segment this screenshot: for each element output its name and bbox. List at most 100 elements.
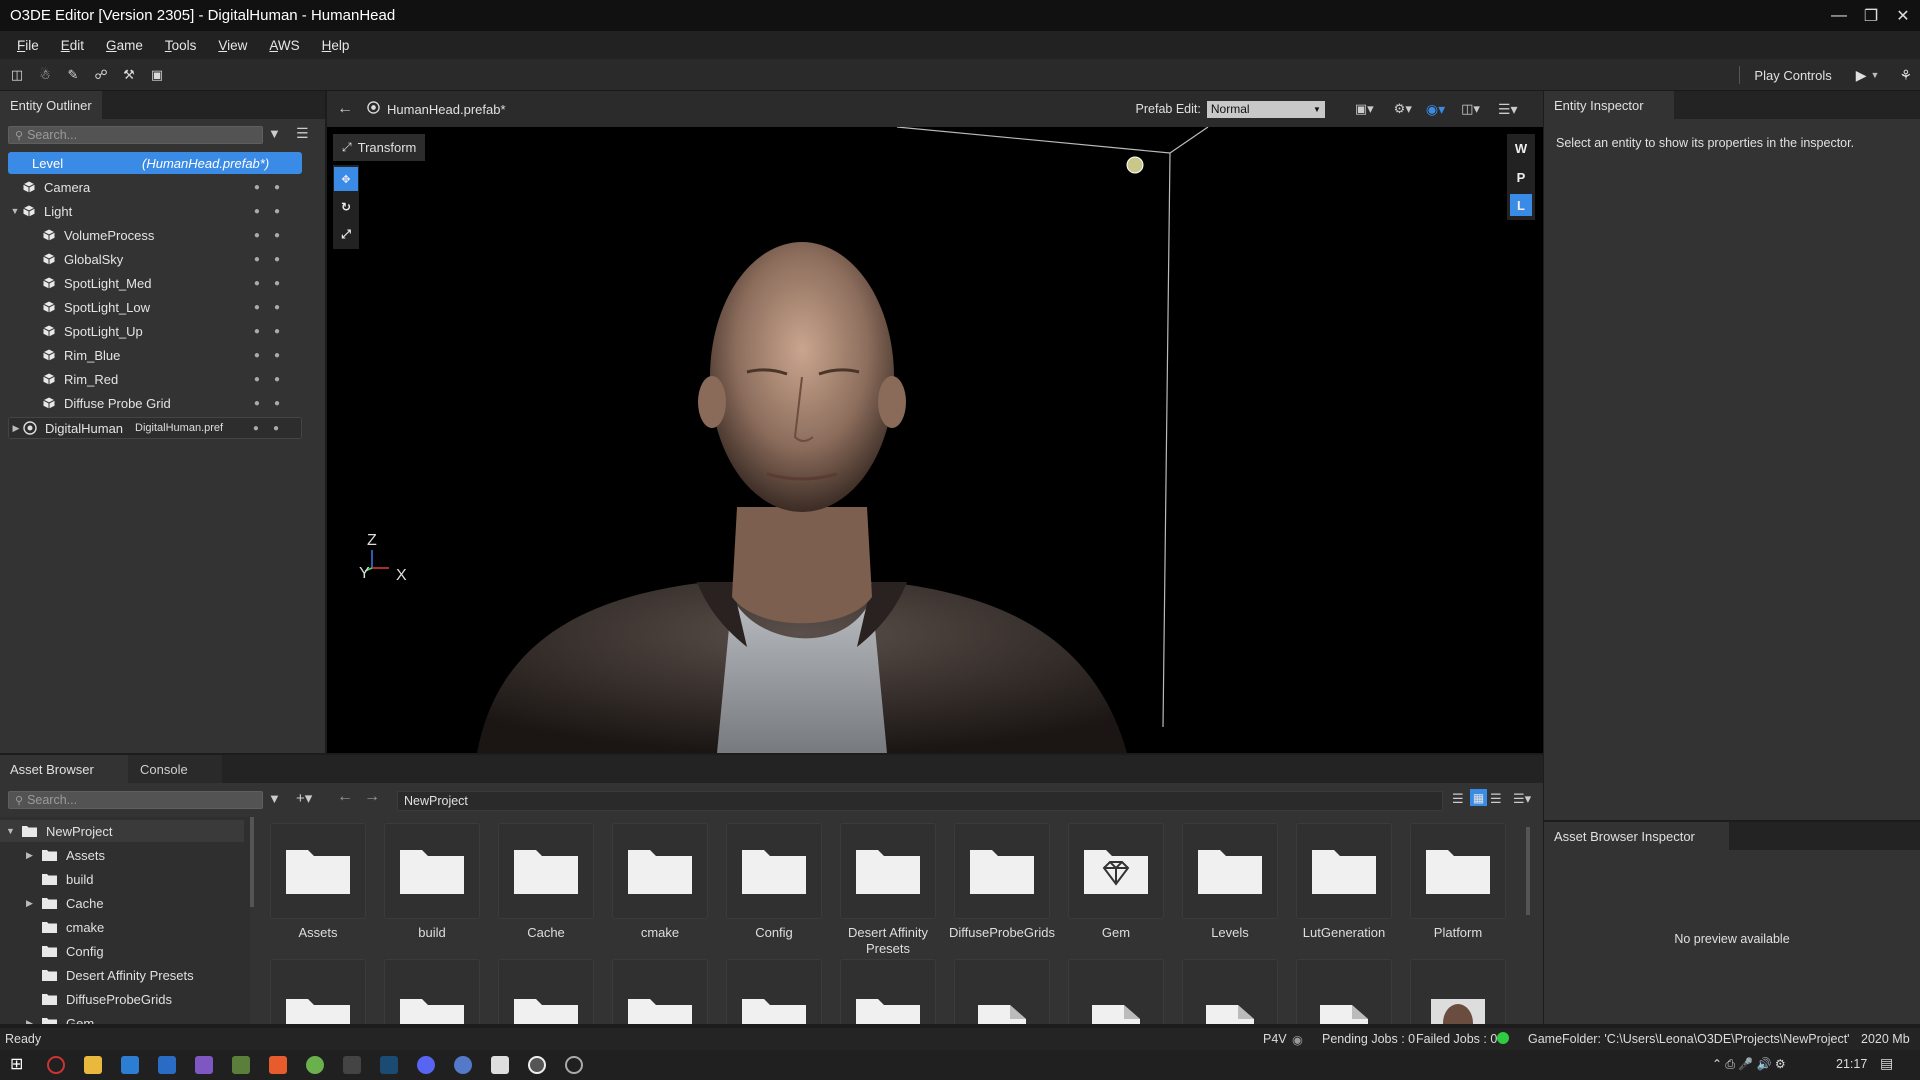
chevron-down-icon[interactable]: ▼ <box>8 206 22 216</box>
physics-icon[interactable]: ☃ <box>34 64 56 86</box>
visibility-lock-icons[interactable]: ●● <box>254 206 294 217</box>
asset-search-input[interactable] <box>27 793 262 807</box>
o3de-icon[interactable] <box>528 1056 546 1074</box>
chevron-right-icon[interactable]: ▶ <box>26 1018 42 1025</box>
menu-help[interactable]: Help <box>311 38 361 53</box>
asset-tree-item[interactable]: Desert Affinity Presets <box>26 964 194 986</box>
outliner-entity-row[interactable]: SpotLight_Low ●● <box>8 296 302 318</box>
chevron-down-icon[interactable]: ▼ <box>1871 70 1880 80</box>
outliner-entity-row[interactable]: Rim_Red ●● <box>8 368 302 390</box>
layout-icon[interactable]: ◫▾ <box>1461 101 1480 117</box>
asset-tile[interactable] <box>840 959 936 1024</box>
visibility-lock-icons[interactable]: ●● <box>254 326 294 337</box>
simulate-icon[interactable]: ⚘ <box>1899 67 1912 84</box>
asset-tile[interactable] <box>1068 959 1164 1024</box>
camera-icon[interactable]: ▣▾ <box>1355 101 1374 117</box>
debug-icon[interactable]: ⚙▾ <box>1394 101 1412 117</box>
menu-aws[interactable]: AWS <box>258 38 310 53</box>
asset-folder-tile[interactable] <box>840 823 936 919</box>
menu-edit[interactable]: Edit <box>50 38 95 53</box>
grid-scrollbar[interactable] <box>1526 827 1530 915</box>
visibility-lock-icons[interactable]: ●● <box>253 423 293 434</box>
visibility-lock-icons[interactable]: ●● <box>254 302 294 313</box>
steam-icon[interactable] <box>380 1056 398 1074</box>
script-icon[interactable]: ✎ <box>62 64 84 86</box>
status-p4v[interactable]: P4V <box>1263 1032 1287 1046</box>
forward-arrow-icon[interactable]: → <box>364 788 380 806</box>
tab-asset-browser[interactable]: Asset Browser <box>0 755 128 783</box>
menu-game[interactable]: Game <box>95 38 154 53</box>
menu-file[interactable]: File <box>6 38 50 53</box>
viewport[interactable]: ⤢ Transform ✥ ↻ ⤢ W P L Z Y X <box>327 127 1543 753</box>
asset-tile[interactable] <box>498 959 594 1024</box>
windows-start-icon[interactable]: ⊞ <box>10 1054 28 1073</box>
asset-tree-item[interactable]: ▼ NewProject <box>0 820 244 842</box>
outliner-entity-row[interactable]: GlobalSky ●● <box>8 248 302 270</box>
asset-tree-item[interactable]: Config <box>26 940 104 962</box>
asset-folder-tile[interactable] <box>954 823 1050 919</box>
play-icon[interactable]: ▶ <box>1856 67 1867 84</box>
taskbar-clock[interactable]: 21:17 <box>1836 1057 1867 1071</box>
asset-folder-tile[interactable] <box>1182 823 1278 919</box>
asset-breadcrumb[interactable]: NewProject <box>397 791 1443 811</box>
menu-tools[interactable]: Tools <box>154 38 208 53</box>
prefab-edit-select[interactable]: Normal ▼ <box>1206 100 1325 118</box>
store-icon[interactable] <box>121 1056 139 1074</box>
visibility-lock-icons[interactable]: ●● <box>254 278 294 289</box>
close-icon[interactable]: ✕ <box>1884 0 1920 31</box>
outliner-entity-row[interactable]: Camera ●● <box>8 176 302 198</box>
visibility-lock-icons[interactable]: ●● <box>254 374 294 385</box>
asset-folder-tile[interactable] <box>498 823 594 919</box>
visibility-lock-icons[interactable]: ●● <box>254 350 294 361</box>
back-arrow-icon[interactable]: ← <box>337 100 353 118</box>
asset-tree-item[interactable]: build <box>26 868 93 890</box>
asset-folder-tile[interactable] <box>1296 823 1392 919</box>
material-icon[interactable]: ▣ <box>146 64 168 86</box>
asset-tree-item[interactable]: ▶ Assets <box>26 844 105 866</box>
asset-folder-tile[interactable] <box>1068 823 1164 919</box>
outliner-entity-row[interactable]: SpotLight_Med ●● <box>8 272 302 294</box>
filter-icon[interactable]: ▼ <box>268 791 281 806</box>
asset-folder-tile[interactable] <box>270 823 366 919</box>
outliner-prefab-row[interactable]: ▶ DigitalHuman DigitalHuman.pref ●● <box>8 417 302 439</box>
asset-folder-tile[interactable] <box>1410 823 1506 919</box>
visibility-lock-icons[interactable]: ●● <box>254 230 294 241</box>
outliner-entity-row[interactable]: Rim_Blue ●● <box>8 344 302 366</box>
unity-icon[interactable] <box>565 1056 583 1074</box>
asset-tile[interactable] <box>1296 959 1392 1024</box>
app-green-icon[interactable] <box>306 1056 324 1074</box>
asset-folder-tile[interactable] <box>726 823 822 919</box>
filter-icon[interactable]: ▼ <box>268 126 281 141</box>
snap-icon[interactable]: ◫ <box>6 64 28 86</box>
asset-tree-item[interactable]: ▶ Gem <box>26 1012 94 1024</box>
asset-tile[interactable] <box>1410 959 1506 1024</box>
grid-view-icon[interactable]: ▦ <box>1470 789 1487 806</box>
tray-icons[interactable]: ⌃ ⎙ 🎤 🔊 ⚙ <box>1712 1057 1786 1072</box>
chevron-right-icon[interactable]: ▶ <box>26 898 42 909</box>
list-view-icon[interactable]: ☰ <box>1490 791 1502 807</box>
tree-view-icon[interactable]: ☰ <box>1452 791 1464 807</box>
brave-icon[interactable] <box>269 1056 287 1074</box>
file-explorer-icon[interactable] <box>84 1056 102 1074</box>
asset-tree-item[interactable]: DiffuseProbeGrids <box>26 988 172 1010</box>
asset-folder-tile[interactable] <box>384 823 480 919</box>
chevron-down-icon[interactable]: ▼ <box>6 826 22 836</box>
asset-tile[interactable] <box>726 959 822 1024</box>
asset-tile[interactable] <box>384 959 480 1024</box>
app-icon[interactable] <box>232 1056 250 1074</box>
chevron-right-icon[interactable]: ▶ <box>26 850 42 861</box>
tab-asset-browser-inspector[interactable]: Asset Browser Inspector <box>1544 822 1729 850</box>
tab-entity-inspector[interactable]: Entity Inspector <box>1544 91 1674 119</box>
outliner-search[interactable]: ⚲ <box>8 126 263 144</box>
asset-tile[interactable] <box>270 959 366 1024</box>
graph-icon[interactable]: ☍ <box>90 64 112 86</box>
opera-icon[interactable] <box>47 1056 65 1074</box>
menu-list-icon[interactable]: ☰ <box>296 125 309 142</box>
asset-menu-icon[interactable]: ☰▾ <box>1513 791 1531 807</box>
notepad-icon[interactable] <box>491 1056 509 1074</box>
globe-app-icon[interactable] <box>454 1056 472 1074</box>
back-arrow-icon[interactable]: ← <box>337 788 353 806</box>
menu-view[interactable]: View <box>207 38 258 53</box>
tools-icon[interactable]: ⚒ <box>118 64 140 86</box>
asset-tile[interactable] <box>612 959 708 1024</box>
